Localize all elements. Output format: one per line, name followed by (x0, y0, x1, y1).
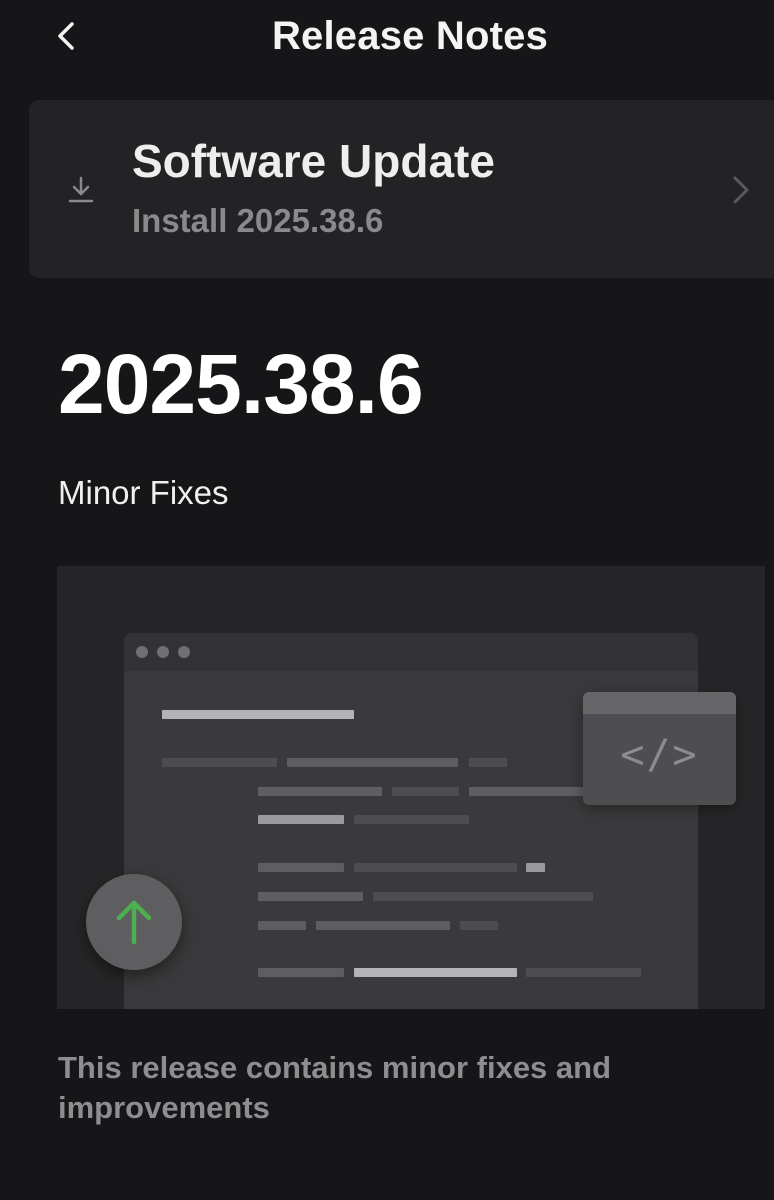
arrow-up-icon (116, 900, 152, 945)
illustration-line (258, 863, 344, 872)
illustration-line (373, 892, 593, 901)
page-title: Release Notes (271, 14, 549, 58)
release-version: 2025.38.6 (58, 337, 424, 431)
download-icon (68, 176, 94, 203)
illustration-window (124, 633, 698, 1009)
illustration-line (354, 863, 517, 872)
code-card: </> (583, 692, 736, 805)
release-heading: Minor Fixes (58, 474, 229, 511)
illustration-line (162, 710, 354, 719)
illustration-line (354, 968, 517, 977)
illustration-line (526, 863, 545, 872)
illustration-line (258, 921, 306, 930)
illustration-line (469, 758, 507, 767)
window-dot (136, 646, 148, 658)
software-update-version: Install 2025.38.6 (132, 202, 384, 239)
code-icon: </> (620, 732, 699, 778)
update-badge (86, 874, 182, 970)
chevron-right-icon (733, 176, 749, 204)
illustration-line (460, 921, 498, 930)
code-card-titlebar (583, 692, 736, 714)
illustration-line (287, 758, 458, 767)
illustration-line (354, 815, 469, 824)
illustration-line (392, 787, 459, 796)
illustration-line (526, 968, 641, 977)
illustration-line (258, 787, 382, 796)
illustration-line (258, 968, 344, 977)
illustration-window-titlebar (124, 633, 698, 671)
illustration-line (469, 787, 599, 796)
illustration-line (258, 892, 363, 901)
window-dot (178, 646, 190, 658)
release-description: This release contains minor fixes and im… (58, 1050, 612, 1125)
illustration-line (258, 815, 344, 824)
software-update-title: Software Update (132, 135, 495, 187)
illustration-line (316, 921, 450, 930)
header-bar: Release Notes (0, 0, 774, 80)
release-illustration: </> (57, 566, 765, 1009)
illustration-line (162, 758, 277, 767)
window-dot (157, 646, 169, 658)
software-update-card[interactable]: Software Update Install 2025.38.6 (29, 100, 774, 278)
